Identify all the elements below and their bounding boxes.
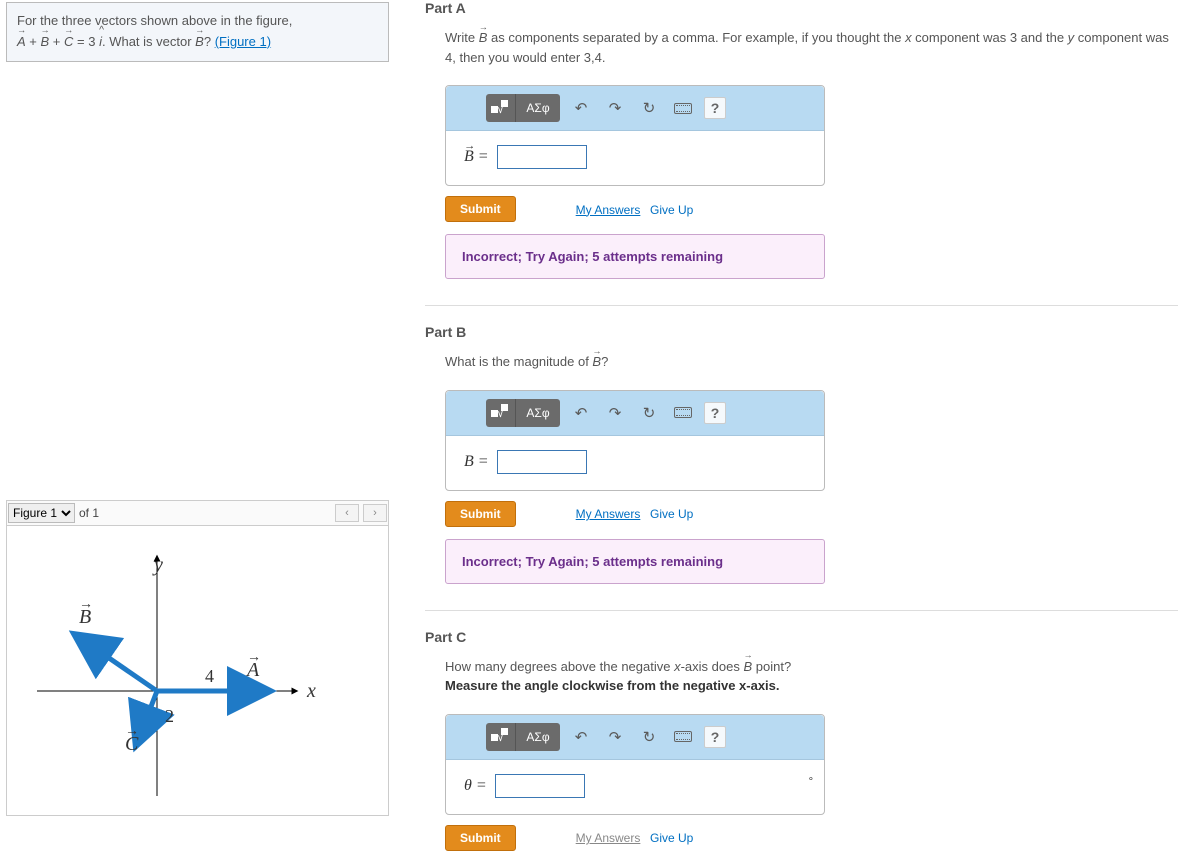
axis-y-label: y: [154, 554, 163, 577]
degree-unit: ∘: [808, 774, 814, 785]
help-icon[interactable]: ?: [704, 726, 726, 748]
part-c-submit-button[interactable]: Submit: [445, 825, 516, 851]
greek-button[interactable]: ΑΣφ: [516, 94, 560, 122]
part-a-heading: Part A: [425, 0, 1178, 16]
template-button[interactable]: √: [486, 399, 516, 427]
problem-text: For the three vectors shown above in the…: [17, 13, 292, 28]
help-icon[interactable]: ?: [704, 97, 726, 119]
part-c-heading: Part C: [425, 629, 1178, 645]
figure-prev-button[interactable]: ‹: [335, 504, 359, 522]
part-b-give-up-link[interactable]: Give Up: [650, 507, 693, 521]
figure-canvas: y x →B →A →C 4 2: [6, 526, 389, 816]
part-b: Part B What is the magnitude of →B? √ ΑΣ…: [425, 324, 1178, 584]
vec-A: →A: [17, 32, 26, 53]
redo-icon[interactable]: ↷: [602, 400, 628, 426]
vec-B-q: →B: [195, 32, 204, 53]
part-b-answer-box: √ ΑΣφ ↶ ↷ ↻ ? B =: [445, 390, 825, 491]
axis-x-label: x: [307, 680, 316, 703]
vector-diagram: [7, 526, 387, 816]
figure-next-button[interactable]: ›: [363, 504, 387, 522]
keyboard-icon[interactable]: [670, 724, 696, 750]
num-4: 4: [205, 666, 214, 687]
equation-toolbar: √ ΑΣφ ↶ ↷ ↻ ?: [446, 86, 824, 131]
part-b-feedback: Incorrect; Try Again; 5 attempts remaini…: [445, 539, 825, 584]
figure-select[interactable]: Figure 1: [8, 503, 75, 523]
part-a-description: Write →B as components separated by a co…: [445, 28, 1178, 67]
greek-button[interactable]: ΑΣφ: [516, 723, 560, 751]
part-a: Part A Write →B as components separated …: [425, 0, 1178, 279]
problem-statement: For the three vectors shown above in the…: [6, 2, 389, 62]
i-hat: ^i: [99, 32, 102, 53]
part-c-my-answers-link[interactable]: My Answers: [576, 831, 641, 845]
part-a-feedback: Incorrect; Try Again; 5 attempts remaini…: [445, 234, 825, 279]
part-a-label: →B =: [464, 148, 489, 166]
num-2: 2: [165, 706, 174, 727]
part-a-give-up-link[interactable]: Give Up: [650, 203, 693, 217]
part-c-input[interactable]: [495, 774, 585, 798]
reset-icon[interactable]: ↻: [636, 400, 662, 426]
equation-toolbar: √ ΑΣφ ↶ ↷ ↻ ?: [446, 715, 824, 760]
keyboard-icon[interactable]: [670, 400, 696, 426]
undo-icon[interactable]: ↶: [568, 95, 594, 121]
undo-icon[interactable]: ↶: [568, 724, 594, 750]
part-b-label: B =: [464, 453, 489, 471]
part-a-my-answers-link[interactable]: My Answers: [576, 203, 641, 217]
reset-icon[interactable]: ↻: [636, 724, 662, 750]
part-a-submit-button[interactable]: Submit: [445, 196, 516, 222]
part-c-description: How many degrees above the negative x-ax…: [445, 657, 1178, 696]
part-b-input[interactable]: [497, 450, 587, 474]
part-c-answer-box: √ ΑΣφ ↶ ↷ ↻ ? θ = ∘: [445, 714, 825, 815]
part-c-label: θ =: [464, 777, 487, 795]
greek-button[interactable]: ΑΣφ: [516, 399, 560, 427]
part-b-my-answers-link[interactable]: My Answers: [576, 507, 641, 521]
part-c: Part C How many degrees above the negati…: [425, 629, 1178, 851]
help-icon[interactable]: ?: [704, 402, 726, 424]
part-a-answer-box: √ ΑΣφ ↶ ↷ ↻ ? →B =: [445, 85, 825, 186]
figure-panel: Figure 1 of 1 ‹ ›: [6, 500, 389, 816]
reset-icon[interactable]: ↻: [636, 95, 662, 121]
part-c-bold-desc: Measure the angle clockwise from the neg…: [445, 678, 780, 693]
undo-icon[interactable]: ↶: [568, 400, 594, 426]
vec-A-label: →A: [247, 659, 259, 682]
redo-icon[interactable]: ↷: [602, 724, 628, 750]
template-button[interactable]: √: [486, 94, 516, 122]
figure-link[interactable]: (Figure 1): [215, 34, 271, 49]
vec-C: →C: [64, 32, 73, 53]
part-b-description: What is the magnitude of →B?: [445, 352, 1178, 372]
part-c-give-up-link[interactable]: Give Up: [650, 831, 693, 845]
keyboard-icon[interactable]: [670, 95, 696, 121]
vec-C-label: →C: [125, 733, 138, 756]
template-button[interactable]: √: [486, 723, 516, 751]
vec-B-label: →B: [79, 606, 91, 629]
vec-B: →B: [41, 32, 50, 53]
redo-icon[interactable]: ↷: [602, 95, 628, 121]
part-b-submit-button[interactable]: Submit: [445, 501, 516, 527]
equation-toolbar: √ ΑΣφ ↶ ↷ ↻ ?: [446, 391, 824, 436]
part-a-input[interactable]: [497, 145, 587, 169]
part-b-heading: Part B: [425, 324, 1178, 340]
figure-of-label: of 1: [79, 506, 99, 520]
